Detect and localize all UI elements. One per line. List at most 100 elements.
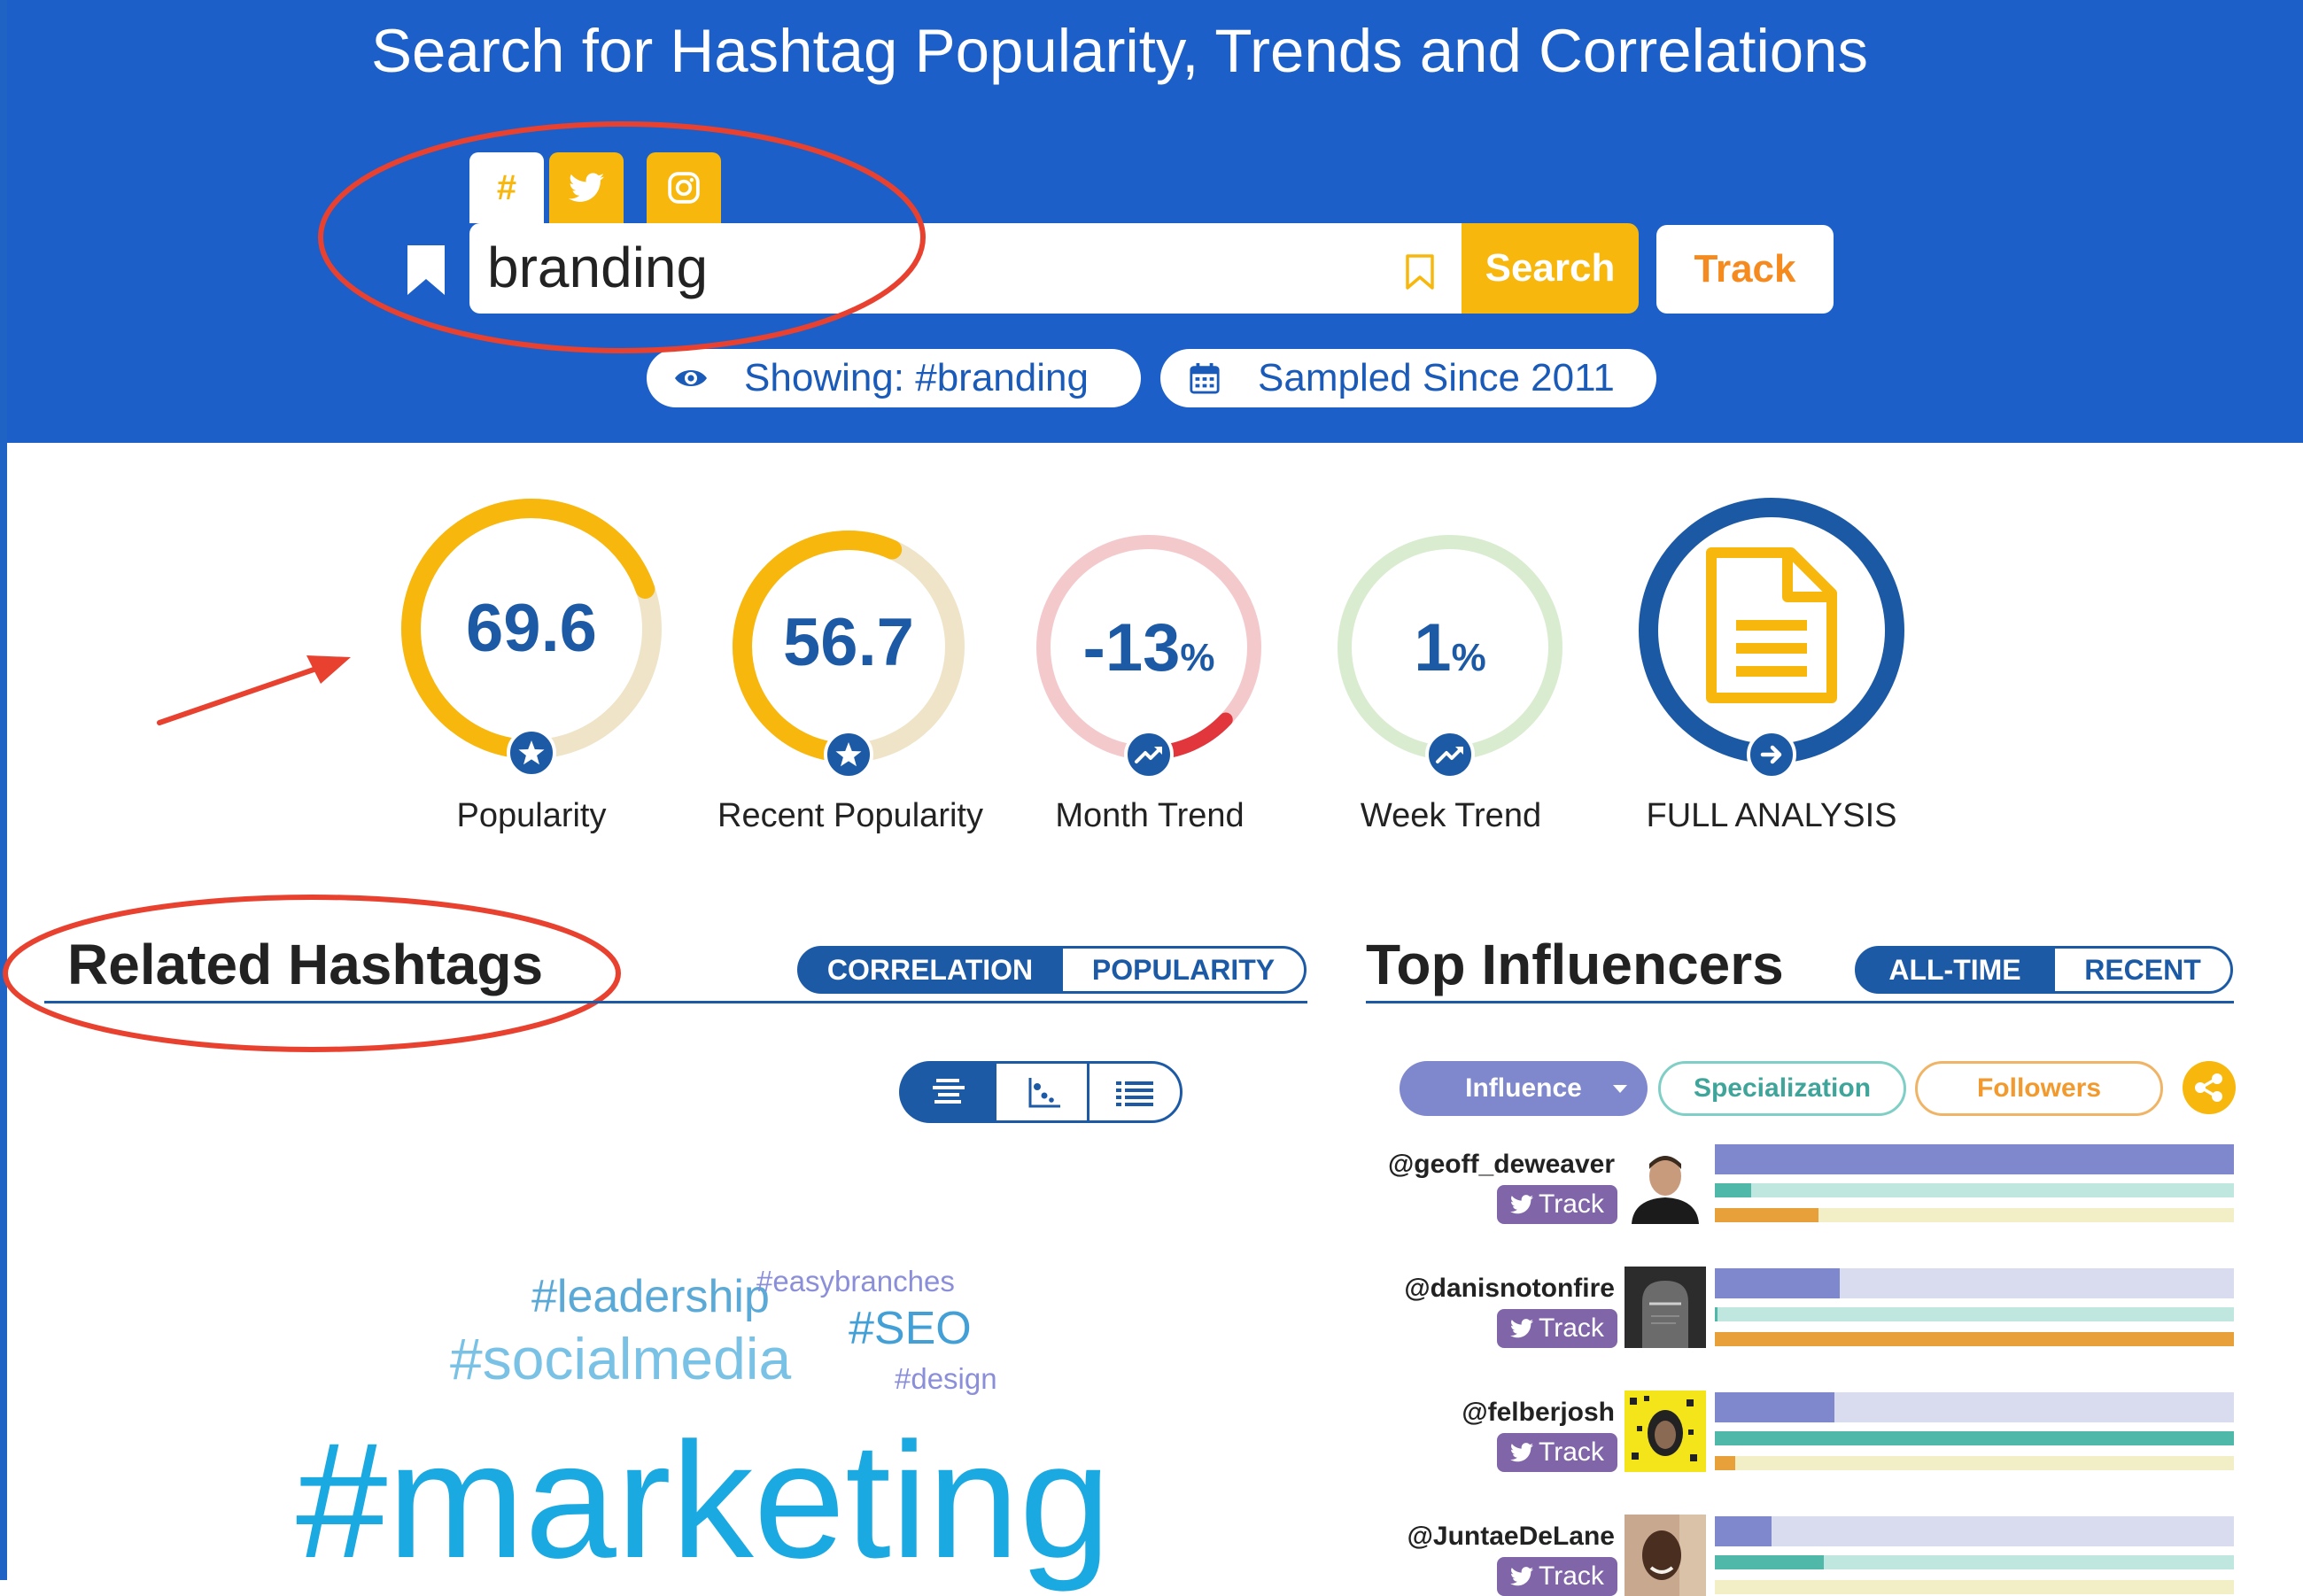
sampled-text: Sampled Since 2011: [1258, 356, 1615, 399]
followers-bar-fill: [1715, 1456, 1736, 1470]
share-icon: [2195, 1073, 2222, 1102]
influence-bar-fill: [1715, 1144, 2234, 1174]
hashtag-word-seo[interactable]: #SEO: [849, 1302, 972, 1355]
list-view-button[interactable]: [1087, 1061, 1183, 1123]
specialization-bar-fill: [1715, 1307, 1718, 1321]
showing-text: Showing: #branding: [744, 356, 1089, 399]
twitter-icon: [1510, 1443, 1534, 1462]
influencer-handle[interactable]: @danisnotonfire: [1404, 1274, 1615, 1304]
full-analysis-label: FULL ANALYSIS: [1646, 797, 1897, 834]
calendar-icon: [1190, 362, 1220, 394]
related-hashtags-title: Related Hashtags: [67, 933, 544, 996]
sort-followers-button[interactable]: Followers: [1915, 1061, 2163, 1116]
avatar[interactable]: [1625, 1391, 1706, 1472]
influencer-track-label: Track: [1539, 1189, 1604, 1219]
scatter-view-button[interactable]: [994, 1061, 1089, 1123]
annotation-ellipse: [318, 121, 926, 353]
specialization-bar: [1715, 1555, 2234, 1569]
influence-bar-fill: [1715, 1268, 1840, 1298]
week-trend-gauge[interactable]: 1%: [1329, 526, 1571, 779]
trend-up-icon: [1425, 730, 1475, 779]
cloud-view-icon: [933, 1079, 965, 1104]
cloud-view-button[interactable]: [899, 1061, 996, 1123]
influencer-handle[interactable]: @geoff_deweaver: [1388, 1150, 1615, 1180]
specialization-bar-fill: [1715, 1431, 2234, 1445]
popularity-label: Popularity: [456, 797, 607, 834]
tab-recent[interactable]: RECENT: [2052, 946, 2233, 994]
influence-bar-fill: [1715, 1516, 1772, 1546]
track-button[interactable]: Track: [1656, 225, 1834, 314]
document-icon: [1706, 547, 1837, 703]
influence-bar: [1715, 1392, 2234, 1422]
influencer-track-button[interactable]: Track: [1497, 1309, 1617, 1348]
followers-bar-fill: [1715, 1208, 1819, 1222]
list-view-icon: [1116, 1081, 1153, 1106]
annotation-arrow: [157, 655, 351, 725]
followers-bar: [1715, 1580, 2234, 1594]
influencer-track-button[interactable]: Track: [1497, 1557, 1617, 1596]
sort-influence-dropdown[interactable]: Influence: [1400, 1061, 1648, 1116]
specialization-bar-fill: [1715, 1183, 1752, 1197]
twitter-icon: [1510, 1195, 1534, 1214]
left-edge-strip: [0, 0, 7, 1580]
followers-bar: [1715, 1208, 2234, 1222]
specialization-bar: [1715, 1183, 2234, 1197]
scatter-view-icon: [1028, 1078, 1060, 1108]
full-analysis-button[interactable]: [1637, 496, 1906, 779]
hashtag-word-design[interactable]: #design: [895, 1362, 997, 1396]
arrow-right-icon: [1747, 730, 1796, 779]
avatar[interactable]: [1625, 1515, 1706, 1596]
influencer-track-button[interactable]: Track: [1497, 1433, 1617, 1472]
caret-down-icon: [1613, 1085, 1627, 1093]
save-bookmark-icon[interactable]: [1404, 253, 1436, 291]
hashtag-word-socialmedia[interactable]: #socialmedia: [450, 1325, 791, 1392]
sort-specialization-button[interactable]: Specialization: [1658, 1061, 1906, 1116]
star-icon: [824, 730, 873, 779]
month-trend-value: -13%: [1082, 610, 1215, 686]
popularity-value: 69.6: [466, 591, 597, 666]
followers-bar-fill: [1715, 1332, 2234, 1346]
sort-influence-label: Influence: [1465, 1073, 1582, 1103]
influencer-handle[interactable]: @JuntaeDeLane: [1407, 1522, 1615, 1552]
influence-bar: [1715, 1268, 2234, 1298]
twitter-icon: [1510, 1319, 1534, 1338]
hashtag-word-easybranches[interactable]: #easybranches: [756, 1265, 955, 1298]
specialization-bar-fill: [1715, 1555, 1825, 1569]
followers-bar: [1715, 1332, 2234, 1346]
hashtag-word-leadership[interactable]: #leadership: [531, 1270, 770, 1323]
tab-popularity[interactable]: POPULARITY: [1060, 946, 1307, 994]
popularity-gauge[interactable]: 69.6: [390, 487, 673, 778]
month-trend-gauge[interactable]: -13%: [1027, 526, 1270, 779]
twitter-icon: [1510, 1567, 1534, 1586]
search-button[interactable]: Search: [1462, 223, 1639, 314]
influence-bar-fill: [1715, 1392, 1834, 1422]
influencer-track-button[interactable]: Track: [1497, 1185, 1617, 1224]
influencer-track-label: Track: [1539, 1561, 1604, 1591]
influencer-handle[interactable]: @felberjosh: [1462, 1398, 1615, 1428]
share-button[interactable]: [2183, 1061, 2236, 1114]
influence-bar: [1715, 1144, 2234, 1174]
avatar[interactable]: [1625, 1143, 1706, 1224]
trend-up-icon: [1124, 730, 1174, 779]
week-trend-value: 1%: [1414, 610, 1486, 686]
tab-all-time[interactable]: ALL-TIME: [1855, 946, 2055, 994]
avatar[interactable]: [1625, 1267, 1706, 1348]
sampled-badge: Sampled Since 2011: [1160, 349, 1656, 407]
influencer-track-label: Track: [1539, 1313, 1604, 1343]
week-trend-label: Week Trend: [1360, 797, 1542, 834]
recent-popularity-gauge[interactable]: 56.7: [725, 523, 973, 779]
top-influencers-title: Top Influencers: [1366, 933, 1784, 996]
section-divider: [44, 1001, 1307, 1003]
followers-bar: [1715, 1456, 2234, 1470]
influence-bar: [1715, 1516, 2234, 1546]
specialization-bar: [1715, 1307, 2234, 1321]
specialization-bar: [1715, 1431, 2234, 1445]
influencer-track-label: Track: [1539, 1437, 1604, 1467]
page-title: Search for Hashtag Popularity, Trends an…: [370, 17, 1869, 85]
section-divider: [1366, 1001, 2234, 1003]
star-icon: [507, 728, 556, 778]
eye-icon: [675, 370, 707, 386]
recent-popularity-value: 56.7: [783, 605, 914, 680]
hashtag-word-marketing[interactable]: #marketing: [296, 1406, 1111, 1595]
tab-correlation[interactable]: CORRELATION: [797, 946, 1063, 994]
